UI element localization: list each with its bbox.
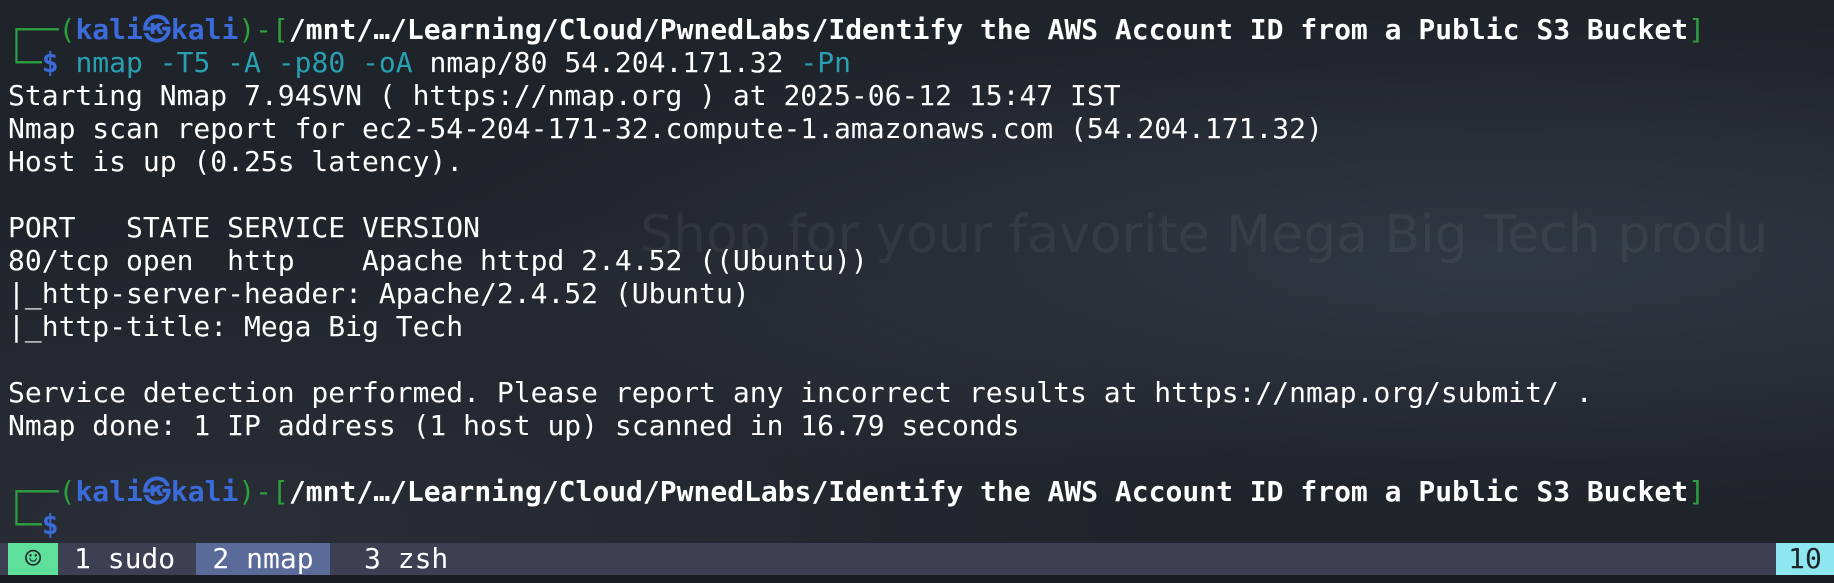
- output-line: Service detection performed. Please repo…: [8, 376, 1593, 409]
- command-target: 54.204.171.32: [564, 46, 784, 79]
- prompt-corner-bottom: └─: [8, 46, 42, 79]
- output-line: Nmap scan report for ec2-54-204-171-32.c…: [8, 112, 1323, 145]
- kali-skull-icon: ㉿: [142, 13, 171, 46]
- prompt-dollar: $: [41, 46, 59, 79]
- prompt-dollar: $: [41, 508, 59, 541]
- prompt-host: kali: [170, 475, 239, 508]
- prompt-path: /mnt/…/Learning/Cloud/PwnedLabs/Identify…: [288, 13, 1689, 46]
- output-line: |_http-server-header: Apache/2.4.52 (Ubu…: [8, 277, 750, 310]
- tab-zsh[interactable]: 3 zsh: [364, 543, 448, 575]
- prompt-header-line: ┌──(kali㉿kali)-[/mnt/…/Learning/Cloud/Pw…: [8, 13, 1834, 46]
- command-flag: -oA: [362, 46, 413, 79]
- command-flag: -A: [227, 46, 261, 79]
- status-right-indicator: 10: [1776, 543, 1834, 575]
- smiley-icon: ☺: [8, 543, 58, 575]
- output-line: PORT STATE SERVICE VERSION: [8, 211, 481, 244]
- prompt-corner-bottom: └─: [8, 508, 42, 541]
- output-line: Nmap done: 1 IP address (1 host up) scan…: [8, 409, 1020, 442]
- kali-skull-icon: ㉿: [142, 475, 171, 508]
- terminal-output: ┌──(kali㉿kali)-[/mnt/…/Learning/Cloud/Pw…: [8, 13, 1834, 541]
- prompt-host: kali: [170, 13, 239, 46]
- command-input-line[interactable]: └─$: [8, 508, 1834, 541]
- command-flag: -Pn: [800, 46, 851, 79]
- prompt-user: kali: [75, 13, 143, 46]
- prompt-bracket-open: )-[: [238, 475, 289, 508]
- prompt-user: kali: [75, 475, 143, 508]
- prompt-path: /mnt/…/Learning/Cloud/PwnedLabs/Identify…: [288, 475, 1689, 508]
- command-flag: -T5: [159, 46, 211, 79]
- prompt-bracket-close: ]: [1688, 475, 1705, 508]
- tmux-status-bar: ☺ 1 sudo 2 nmap 3 zsh 10: [0, 543, 1834, 575]
- command-flag: -p80: [277, 46, 346, 79]
- command-outfile: nmap/80: [429, 46, 548, 79]
- command-line: └─$ nmap -T5 -A -p80 -oA nmap/80 54.204.…: [8, 46, 1834, 79]
- bottom-strip: [0, 575, 1834, 583]
- output-line: |_http-title: Mega Big Tech: [8, 310, 464, 343]
- tab-sudo[interactable]: 1 sudo: [74, 543, 175, 575]
- output-line: Host is up (0.25s latency).: [8, 145, 464, 178]
- prompt-bracket-open: )-[: [238, 13, 289, 46]
- tab-nmap[interactable]: 2 nmap: [196, 543, 330, 575]
- command-program: nmap: [75, 46, 143, 79]
- prompt-corner-top: ┌──(: [8, 475, 76, 508]
- prompt-header-line: ┌──(kali㉿kali)-[/mnt/…/Learning/Cloud/Pw…: [8, 475, 1834, 508]
- prompt-corner-top: ┌──(: [8, 13, 76, 46]
- output-line: 80/tcp open http Apache httpd 2.4.52 ((U…: [8, 244, 868, 277]
- terminal-window[interactable]: Shop for your favorite Mega Big Tech pro…: [0, 0, 1834, 583]
- output-line: Starting Nmap 7.94SVN ( https://nmap.org…: [8, 79, 1121, 112]
- prompt-bracket-close: ]: [1688, 13, 1705, 46]
